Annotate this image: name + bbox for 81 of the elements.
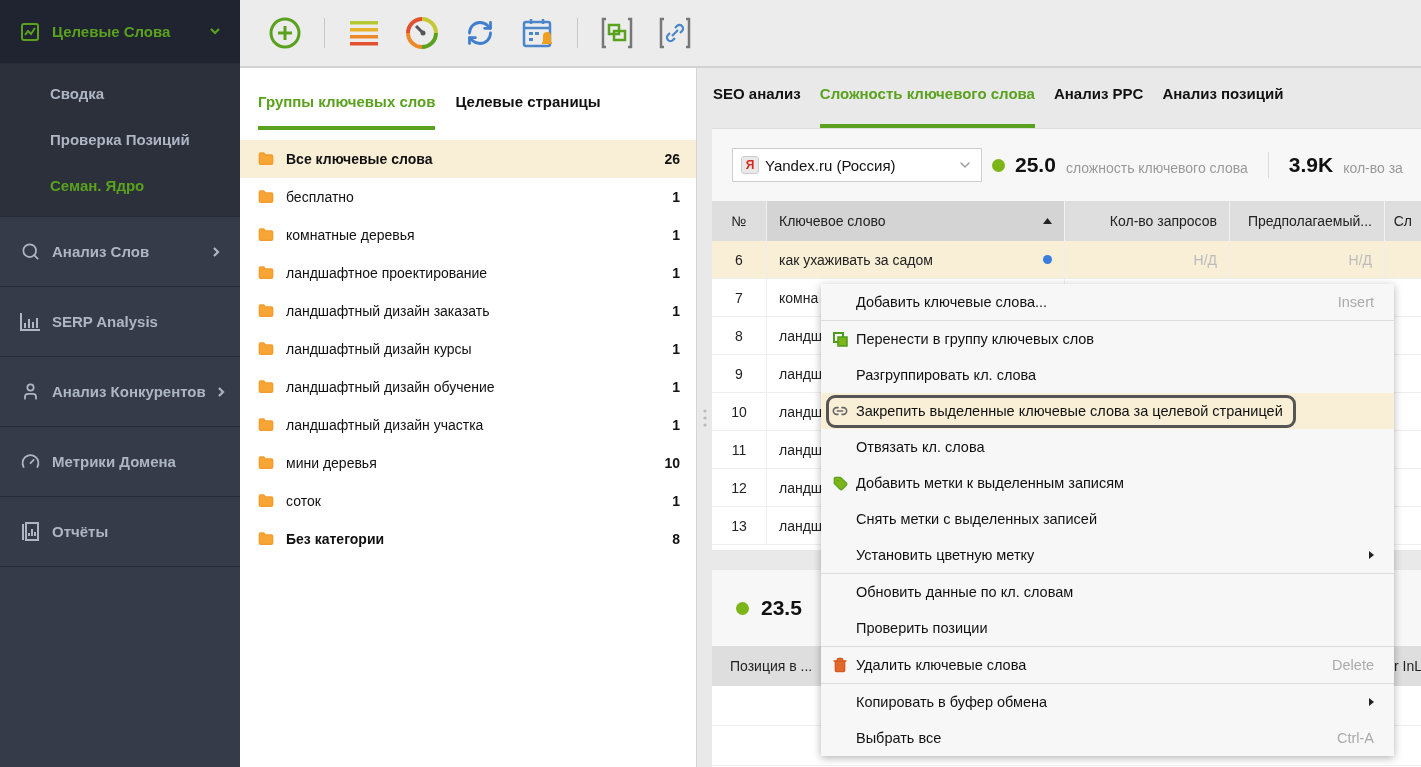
group-count: 1 [672, 265, 680, 281]
group-row[interactable]: ландшафтный дизайн заказать 1 [240, 292, 696, 330]
column-header[interactable]: r InL [1394, 658, 1421, 674]
group-row[interactable]: ландшафтный дизайн курсы 1 [240, 330, 696, 368]
group-name: Без категории [286, 531, 386, 547]
tab[interactable]: Целевые страницы [455, 93, 601, 130]
table-cell: 8 [712, 317, 767, 355]
group-count: 1 [672, 493, 680, 509]
sidebar-label: Целевые Слова [52, 23, 172, 40]
shortcut-label: Ctrl-A [1336, 730, 1374, 746]
menu-item[interactable]: Проверить позиции [821, 610, 1394, 646]
column-header[interactable]: Ключевое слово [767, 201, 1065, 241]
engine-logo: Я [741, 156, 759, 174]
tab[interactable]: SEO анализ [713, 85, 801, 128]
group-row[interactable]: бесплатно 1 [240, 178, 696, 216]
group-name: ландшафтный дизайн курсы [286, 341, 473, 357]
stat-value: 3.9K [1288, 153, 1334, 177]
menu-item[interactable]: Выбрать все Ctrl-A [821, 720, 1394, 756]
group-count: 10 [664, 455, 680, 471]
group-name: бесплатно [286, 189, 355, 205]
table-cell: 12 [712, 469, 767, 507]
sidebar-label: SERP Analysis [52, 313, 159, 330]
group-name: ландшафтный дизайн обучение [286, 379, 496, 395]
sidebar-subitem[interactable]: Сводка [0, 70, 240, 116]
sidebar-label: Отчёты [52, 523, 110, 540]
table-cell: 10 [712, 393, 767, 431]
group-row[interactable]: комнатные деревья 1 [240, 216, 696, 254]
sidebar-label: Метрики Домена [52, 453, 177, 470]
table-cell: как ухаживать за садом [767, 241, 1065, 279]
group-row[interactable]: Без категории 8 [240, 520, 696, 558]
stat-label: кол-во за [1343, 160, 1403, 176]
table-cell: Н/Д [1065, 241, 1230, 279]
group-count: 1 [672, 189, 680, 205]
group-count: 1 [672, 303, 680, 319]
group-name: мини деревья [286, 455, 378, 471]
group-name: ландшафтное проектирование [286, 265, 489, 281]
sidebar-label: Анализ Слов [52, 243, 151, 260]
tab[interactable]: Анализ PPC [1053, 85, 1144, 128]
table-cell: 11 [712, 431, 767, 469]
group-count: 26 [664, 151, 680, 167]
column-header[interactable]: Позиция в ... [730, 658, 813, 674]
table-cell: 13 [712, 507, 767, 545]
group-count: 1 [672, 341, 680, 357]
menu-item[interactable]: Обновить данные по кл. словам [821, 574, 1394, 610]
group-count: 1 [672, 379, 680, 395]
sidebar-subitem[interactable]: Семан. Ядро [0, 162, 240, 208]
table-cell: Н/Д [1230, 241, 1385, 279]
group-row[interactable]: мини деревья 10 [240, 444, 696, 482]
group-row[interactable]: соток 1 [240, 482, 696, 520]
tab[interactable]: Анализ позиций [1162, 85, 1284, 128]
group-row[interactable]: ландшафтный дизайн обучение 1 [240, 368, 696, 406]
table-cell: 7 [712, 279, 767, 317]
column-header[interactable]: Кол-во запросов [1065, 201, 1230, 241]
group-name: комнатные деревья [286, 227, 416, 243]
group-row[interactable]: Все ключевые слова 26 [240, 140, 696, 178]
group-row[interactable]: ландшафтный дизайн участка 1 [240, 406, 696, 444]
sidebar-label: Анализ Конкурентов [52, 383, 206, 400]
menu-item[interactable]: Закрепить выделенные ключевые слова за целевой страницей [821, 393, 1394, 429]
sidebar-item[interactable]: Целевые Слова [0, 0, 240, 64]
group-count: 1 [672, 417, 680, 433]
group-name: Все ключевые слова [286, 151, 434, 167]
table-cell: 9 [712, 355, 767, 393]
group-name: ландшафтный дизайн заказать [286, 303, 491, 319]
group-name: ландшафтный дизайн участка [286, 417, 485, 433]
column-header[interactable]: Сл [1385, 201, 1421, 241]
sidebar-subitem[interactable]: Проверка Позиций [0, 116, 240, 162]
shortcut-label: Insert [1337, 294, 1374, 310]
group-name: соток [286, 493, 322, 509]
menu-item[interactable]: Копировать в буфер обмена [821, 684, 1394, 720]
score-value: 23.5 [761, 596, 802, 620]
group-count: 1 [672, 227, 680, 243]
search-engine-select[interactable]: Я Yandex.ru (Россия) [732, 148, 982, 182]
group-count: 8 [672, 531, 680, 547]
shortcut-label: Delete [1332, 657, 1374, 673]
column-header[interactable]: № [712, 201, 767, 241]
table-cell: 6 [712, 241, 767, 279]
stat-label: сложность ключевого слова [1065, 160, 1248, 176]
menu-item[interactable]: Удалить ключевые слова Delete [821, 647, 1394, 683]
column-header[interactable]: Предполагаемый... [1230, 201, 1385, 241]
group-row[interactable]: ландшафтное проектирование 1 [240, 254, 696, 292]
stat-value: 25.0 [1015, 153, 1056, 177]
